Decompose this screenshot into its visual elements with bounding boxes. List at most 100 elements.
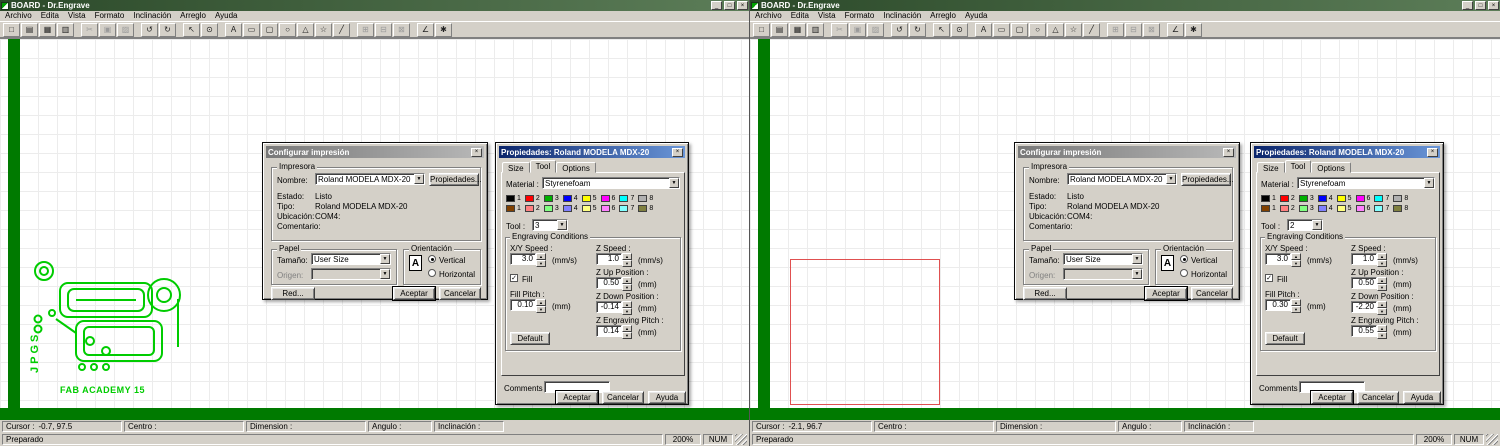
paper-size-select[interactable]: User Size ▼ — [1063, 253, 1143, 265]
z-up-spinner[interactable]: 0.50 ▲ ▼ — [596, 277, 634, 291]
print-button[interactable]: ▥ — [57, 22, 74, 37]
align-right-button[interactable]: ⊠ — [1143, 22, 1160, 37]
ellipse-tool-button[interactable]: ○ — [1029, 22, 1046, 37]
printer-properties-button[interactable]: Propiedades... — [1181, 173, 1234, 186]
cut-button[interactable]: ✂ — [81, 22, 98, 37]
print-button[interactable]: ▥ — [807, 22, 824, 37]
z-down-spinner[interactable]: -0.14 ▲ ▼ — [596, 301, 634, 315]
undo-button[interactable]: ↺ — [891, 22, 908, 37]
ellipse-tool-button[interactable]: ○ — [279, 22, 296, 37]
align-left-button[interactable]: ⊞ — [357, 22, 374, 37]
palette-swatch[interactable] — [581, 205, 591, 212]
dialog-titlebar[interactable]: Configurar impresión × — [1018, 146, 1236, 158]
new-button[interactable]: □ — [753, 22, 770, 37]
menu-ayuda[interactable]: Ayuda — [965, 12, 988, 20]
palette-swatch[interactable] — [562, 205, 572, 212]
fill-pitch-spinner[interactable]: 0.10 ▲ ▼ — [510, 299, 548, 313]
star-tool-button[interactable]: ☆ — [315, 22, 332, 37]
pcb-artwork[interactable]: JPGS FAB ACADEMY 15 — [26, 255, 198, 407]
palette-swatch[interactable] — [581, 195, 591, 202]
menu-vista[interactable]: Vista — [68, 12, 86, 20]
z-speed-spinner[interactable]: 1.0 ▲ ▼ — [596, 253, 634, 267]
tab-options[interactable]: Options — [556, 162, 596, 173]
spinner-arrows-icon[interactable]: ▲ ▼ — [1291, 253, 1301, 267]
material-select[interactable]: Styrenefoam ▼ — [1297, 177, 1435, 189]
palette-swatch[interactable] — [524, 205, 534, 212]
palette-swatch[interactable] — [1317, 195, 1327, 202]
material-select[interactable]: Styrenefoam ▼ — [542, 177, 680, 189]
close-icon[interactable]: × — [1223, 147, 1234, 157]
z-engraving-spinner[interactable]: 0.14 ▲ ▼ — [596, 325, 634, 339]
z-up-spinner[interactable]: 0.50 ▲ ▼ — [1351, 277, 1389, 291]
accept-button[interactable]: Aceptar — [555, 390, 599, 405]
chevron-down-icon[interactable]: ▼ — [414, 174, 424, 184]
palette-swatch[interactable] — [1298, 205, 1308, 212]
dialog-titlebar[interactable]: Propiedades: Roland MODELA MDX-20 × — [499, 146, 685, 158]
redo-button[interactable]: ↻ — [159, 22, 176, 37]
polygon-tool-button[interactable]: △ — [297, 22, 314, 37]
palette-swatch[interactable] — [619, 205, 629, 212]
network-button[interactable]: Red... — [271, 287, 315, 300]
chevron-down-icon[interactable]: ▼ — [557, 220, 567, 230]
spinner-arrows-icon[interactable]: ▲ ▼ — [536, 299, 546, 313]
z-down-spinner[interactable]: -2.20 ▲ ▼ — [1351, 301, 1389, 315]
spinner-arrows-icon[interactable]: ▲ ▼ — [622, 277, 632, 291]
spinner-arrows-icon[interactable]: ▲ ▼ — [1377, 301, 1387, 315]
palette-swatch[interactable] — [1336, 205, 1346, 212]
palette-swatch[interactable] — [619, 195, 629, 202]
menu-vista[interactable]: Vista — [818, 12, 836, 20]
select-tool-button[interactable]: ↖ — [933, 22, 950, 37]
menu-inclinacion[interactable]: Inclinación — [133, 12, 171, 20]
palette-swatch[interactable] — [1393, 195, 1403, 202]
palette-swatch[interactable] — [1355, 205, 1365, 212]
tool-select[interactable]: 3 ▼ — [532, 219, 568, 231]
palette-swatch[interactable] — [524, 195, 534, 202]
align-center-button[interactable]: ⊟ — [375, 22, 392, 37]
spinner-arrows-icon[interactable]: ▲ ▼ — [536, 253, 546, 267]
menu-inclinacion[interactable]: Inclinación — [883, 12, 921, 20]
select-tool-button[interactable]: ↖ — [183, 22, 200, 37]
new-button[interactable]: □ — [3, 22, 20, 37]
palette-swatch[interactable] — [543, 195, 553, 202]
palette-swatch[interactable] — [1317, 205, 1327, 212]
spinner-arrows-icon[interactable]: ▲ ▼ — [1291, 299, 1301, 313]
save-button[interactable]: ▦ — [39, 22, 56, 37]
zoom-tool-button[interactable]: ⊙ — [201, 22, 218, 37]
paste-button[interactable]: ▨ — [867, 22, 884, 37]
palette-swatch[interactable] — [1298, 195, 1308, 202]
save-button[interactable]: ▦ — [789, 22, 806, 37]
palette-swatch[interactable] — [1261, 195, 1270, 202]
help-button[interactable]: Ayuda — [1403, 391, 1441, 404]
measure-button[interactable]: ∠ — [1167, 22, 1184, 37]
resize-grip[interactable] — [1486, 434, 1498, 445]
menu-arreglo[interactable]: Arreglo — [930, 12, 956, 20]
rounded-rectangle-tool-button[interactable]: ▢ — [1011, 22, 1028, 37]
spinner-arrows-icon[interactable]: ▲ ▼ — [1377, 325, 1387, 339]
minimize-button[interactable]: _ — [711, 1, 722, 10]
palette-swatch[interactable] — [600, 195, 610, 202]
zoom-tool-button[interactable]: ⊙ — [951, 22, 968, 37]
vertical-radio[interactable] — [1180, 255, 1188, 263]
polygon-tool-button[interactable]: △ — [1047, 22, 1064, 37]
tab-tool[interactable]: Tool — [1284, 160, 1312, 173]
palette-swatch[interactable] — [600, 205, 610, 212]
copy-button[interactable]: ▣ — [99, 22, 116, 37]
tool-select[interactable]: 2 ▼ — [1287, 219, 1323, 231]
redo-button[interactable]: ↻ — [909, 22, 926, 37]
spinner-arrows-icon[interactable]: ▲ ▼ — [1377, 277, 1387, 291]
spinner-arrows-icon[interactable]: ▲ ▼ — [1377, 253, 1387, 267]
chevron-down-icon[interactable]: ▼ — [1424, 178, 1434, 188]
rectangle-tool-button[interactable]: ▭ — [243, 22, 260, 37]
line-tool-button[interactable]: ╱ — [1083, 22, 1100, 37]
paste-button[interactable]: ▨ — [117, 22, 134, 37]
default-button[interactable]: Default — [510, 332, 550, 345]
chevron-down-icon[interactable]: ▼ — [669, 178, 679, 188]
accept-button[interactable]: Aceptar — [392, 286, 436, 301]
menu-archivo[interactable]: Archivo — [5, 12, 32, 20]
palette-swatch[interactable] — [638, 205, 648, 212]
palette-swatch[interactable] — [1261, 205, 1270, 212]
spinner-arrows-icon[interactable]: ▲ ▼ — [622, 325, 632, 339]
titlebar[interactable]: BOARD - Dr.Engrave _ □ × — [0, 0, 749, 11]
align-left-button[interactable]: ⊞ — [1107, 22, 1124, 37]
minimize-button[interactable]: _ — [1462, 1, 1473, 10]
